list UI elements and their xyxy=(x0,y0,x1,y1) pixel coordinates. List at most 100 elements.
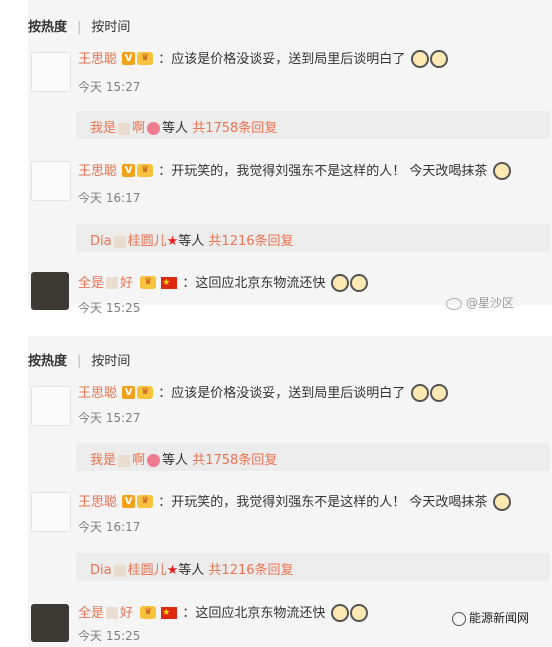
username[interactable]: 王思聪 xyxy=(78,495,117,510)
sort-tabs: 按热度 | 按时间 xyxy=(28,350,130,369)
comment-time: 今天 15:27 xyxy=(78,411,141,425)
avatar[interactable] xyxy=(31,492,71,532)
username[interactable]: 全是 xyxy=(78,276,104,291)
tab-sort-time[interactable]: 按时间 xyxy=(91,354,130,369)
vip-crown-icon: ♛ xyxy=(137,52,154,65)
avatar[interactable] xyxy=(31,386,71,426)
reply-user: Dia xyxy=(90,234,112,249)
comment-panel-top: 按热度 | 按时间 王思聪 V ♛ ：应该是价格没谈妥，送到局里后谈明白了 今天 15… xyxy=(28,0,552,315)
comment-text: ：开玩笑的，我觉得刘强东不是这样的人！ 今天改喝抹茶 xyxy=(158,164,488,179)
watermark-text: @星沙区 xyxy=(466,296,515,310)
reply-count: 共1758条回复 xyxy=(192,453,278,468)
comment-line: 王思聪 V ♛ ：应该是价格没谈妥，送到局里后谈明白了 xyxy=(78,382,449,402)
brand-text: 能源新闻网 xyxy=(469,611,530,625)
reply-suffix: 等人 xyxy=(178,563,205,578)
tab-sort-time[interactable]: 按时间 xyxy=(91,20,130,35)
blurred-name xyxy=(113,235,126,248)
emoji-icon xyxy=(331,273,350,292)
avatar[interactable] xyxy=(31,272,69,310)
username[interactable]: 王思聪 xyxy=(78,52,117,67)
flower-icon xyxy=(147,454,161,467)
verified-v-icon: V xyxy=(122,495,136,508)
comment-panel-bottom: 按热度 | 按时间 王思聪 V ♛ ：应该是价格没谈妥，送到局里后谈明白了 今天 15… xyxy=(28,336,552,647)
username[interactable]: 王思聪 xyxy=(78,164,117,179)
verified-v-icon: V xyxy=(122,164,136,177)
china-flag-icon: ★ xyxy=(161,606,178,619)
comment-text: ：应该是价格没谈妥，送到局里后谈明白了 xyxy=(158,386,406,401)
reply-summary[interactable]: 我是啊 等人 共1758条回复 xyxy=(90,449,277,468)
comment-line: 全是 好 ♛ ★ ：这回应北京东物流还快 xyxy=(78,272,369,292)
vip-crown-icon: ♛ xyxy=(137,164,154,177)
tab-divider: | xyxy=(77,354,82,369)
blurred-name xyxy=(106,276,119,289)
vip-crown-icon: ♛ xyxy=(140,276,157,289)
reply-user-tail: 桂圆儿 xyxy=(127,234,167,249)
wechat-brand-icon xyxy=(452,611,466,626)
emoji-icon xyxy=(350,273,369,292)
verified-v-icon: V xyxy=(122,386,136,399)
emoji-icon xyxy=(493,161,512,180)
comment-time: 今天 16:17 xyxy=(78,520,141,534)
reply-user-tail: 啊 xyxy=(132,453,146,468)
username-tail: 好 xyxy=(120,606,134,621)
china-flag-icon: ★ xyxy=(161,276,178,289)
reply-user-tail: 啊 xyxy=(132,121,146,136)
weibo-logo-icon xyxy=(446,297,462,310)
comment-text: ：这回应北京东物流还快 xyxy=(182,606,326,621)
comment-line: 全是 好 ♛ ★ ：这回应北京东物流还快 xyxy=(78,602,369,622)
avatar[interactable] xyxy=(31,52,71,92)
blurred-name xyxy=(118,454,131,467)
reply-suffix: 等人 xyxy=(162,453,189,468)
username[interactable]: 王思聪 xyxy=(78,386,117,401)
reply-summary[interactable]: Dia 桂圆儿★等人 共1216条回复 xyxy=(90,559,294,578)
sort-tabs: 按热度 | 按时间 xyxy=(28,16,130,35)
weibo-watermark: @星沙区 xyxy=(446,294,514,311)
flower-icon xyxy=(147,122,161,135)
reply-suffix: 等人 xyxy=(162,121,189,136)
reply-summary-bar[interactable]: Dia 桂圆儿★等人 共1216条回复 xyxy=(76,224,550,252)
emoji-icon xyxy=(411,49,430,68)
reply-count: 共1216条回复 xyxy=(208,234,294,249)
tab-sort-hot[interactable]: 按热度 xyxy=(28,20,67,35)
emoji-icon xyxy=(430,49,449,68)
reply-count: 共1216条回复 xyxy=(208,563,294,578)
verified-v-icon: V xyxy=(122,52,136,65)
emoji-icon xyxy=(350,603,369,622)
screenshot-divider xyxy=(0,315,552,336)
reply-count: 共1758条回复 xyxy=(192,121,278,136)
comment-text: ：开玩笑的，我觉得刘强东不是这样的人！ 今天改喝抹茶 xyxy=(158,495,488,510)
avatar[interactable] xyxy=(31,161,71,201)
emoji-icon xyxy=(493,492,512,511)
emoji-icon xyxy=(331,603,350,622)
blurred-name xyxy=(106,606,119,619)
tab-divider: | xyxy=(77,20,82,35)
reply-user-tail: 桂圆儿 xyxy=(127,563,167,578)
comment-line: 王思聪 V ♛ ：开玩笑的，我觉得刘强东不是这样的人！ 今天改喝抹茶 xyxy=(78,491,512,511)
avatar[interactable] xyxy=(31,604,69,642)
reply-summary[interactable]: 我是啊 等人 共1758条回复 xyxy=(90,117,277,136)
comment-time: 今天 15:25 xyxy=(78,301,141,315)
reply-suffix: 等人 xyxy=(178,234,205,249)
reply-summary-bar[interactable]: Dia 桂圆儿★等人 共1216条回复 xyxy=(76,553,550,581)
reply-summary-bar[interactable]: 我是啊 等人 共1758条回复 xyxy=(76,111,550,139)
comment-line: 王思聪 V ♛ ：开玩笑的，我觉得刘强东不是这样的人！ 今天改喝抹茶 xyxy=(78,160,512,180)
star-icon: ★ xyxy=(166,234,179,249)
username-tail: 好 xyxy=(120,276,134,291)
comment-time: 今天 15:27 xyxy=(78,80,141,94)
emoji-icon xyxy=(430,383,449,402)
reply-summary[interactable]: Dia 桂圆儿★等人 共1216条回复 xyxy=(90,230,294,249)
reply-summary-bar[interactable]: 我是啊 等人 共1758条回复 xyxy=(76,443,550,471)
blurred-name xyxy=(113,564,126,577)
tab-sort-hot[interactable]: 按热度 xyxy=(28,354,67,369)
comment-time: 今天 16:17 xyxy=(78,191,141,205)
reply-user: Dia xyxy=(90,563,112,578)
vip-crown-icon: ♛ xyxy=(137,386,154,399)
username[interactable]: 全是 xyxy=(78,606,104,621)
reply-user: 我是 xyxy=(90,121,117,136)
reply-user: 我是 xyxy=(90,453,117,468)
comment-text: ：这回应北京东物流还快 xyxy=(182,276,326,291)
source-brand: 能源新闻网 xyxy=(452,609,529,626)
comment-text: ：应该是价格没谈妥，送到局里后谈明白了 xyxy=(158,52,406,67)
comment-time: 今天 15:25 xyxy=(78,629,141,643)
comment-line: 王思聪 V ♛ ：应该是价格没谈妥，送到局里后谈明白了 xyxy=(78,48,449,68)
